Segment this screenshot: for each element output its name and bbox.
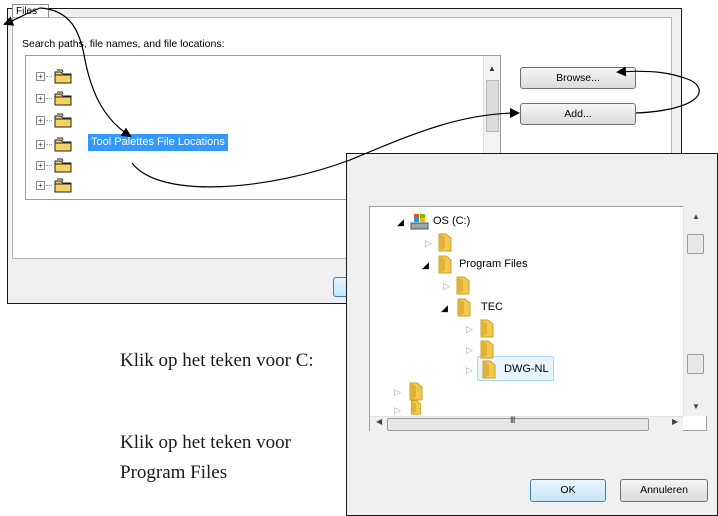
arrow-icon xyxy=(131,108,520,188)
arrow-icon xyxy=(616,66,700,114)
annotation-arrows xyxy=(3,7,700,188)
arrow-icon xyxy=(39,7,132,138)
arrow-icon xyxy=(3,7,41,26)
